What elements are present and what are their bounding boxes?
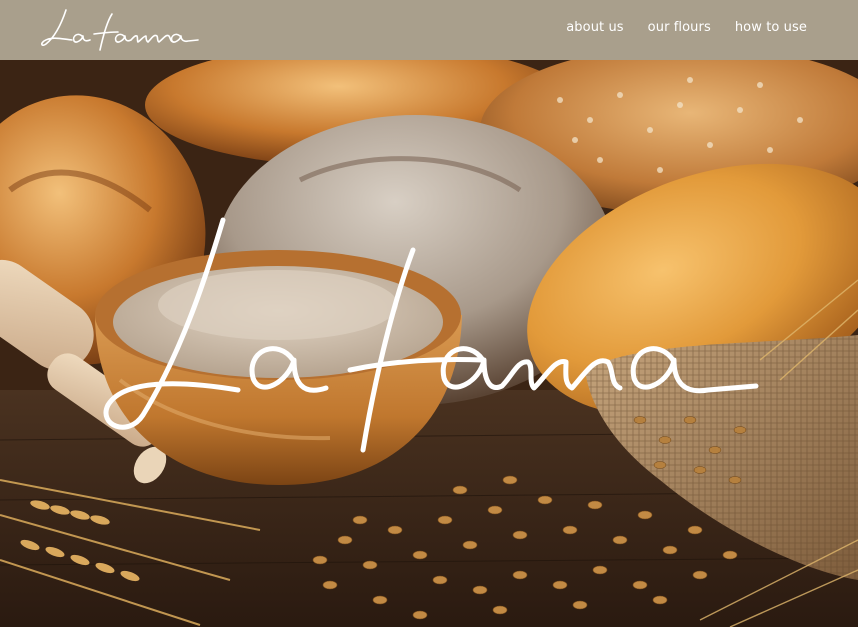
site-logo[interactable] (38, 6, 202, 54)
hero-banner (0, 60, 858, 627)
site-header: about us our flours how to use (0, 0, 858, 60)
main-nav: about us our flours how to use (566, 20, 807, 35)
nav-how-to-use[interactable]: how to use (735, 20, 807, 35)
page: about us our flours how to use (0, 0, 858, 627)
nav-our-flours[interactable]: our flours (648, 20, 711, 35)
script-logo-icon (41, 9, 199, 51)
hero-wordmark-icon (103, 217, 759, 453)
nav-about-us[interactable]: about us (566, 20, 623, 35)
